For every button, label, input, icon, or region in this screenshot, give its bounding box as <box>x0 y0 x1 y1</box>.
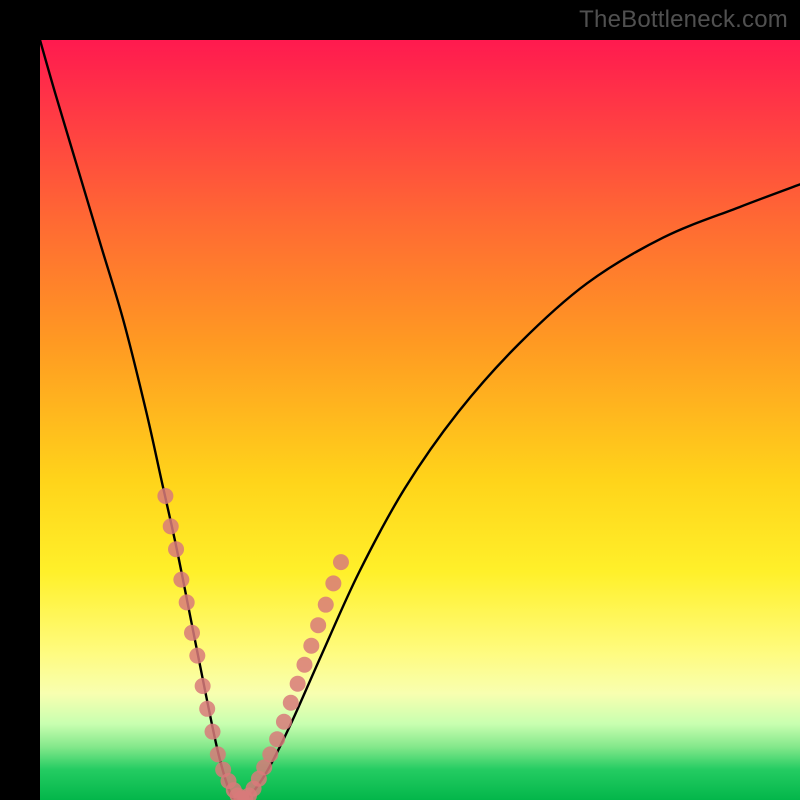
marker-dot <box>333 554 349 570</box>
marker-dot <box>210 746 226 762</box>
marker-dot <box>276 714 292 730</box>
sample-points <box>157 488 349 800</box>
marker-dot <box>318 597 334 613</box>
marker-dot <box>199 701 215 717</box>
marker-dot <box>269 731 285 747</box>
marker-dot <box>303 638 319 654</box>
marker-dot <box>157 488 173 504</box>
plot-area <box>40 40 800 800</box>
watermark-text: TheBottleneck.com <box>579 6 788 34</box>
marker-dot <box>262 746 278 762</box>
marker-dot <box>290 676 306 692</box>
marker-dot <box>283 695 299 711</box>
marker-dot <box>179 594 195 610</box>
marker-dot <box>205 724 221 740</box>
curve-svg <box>40 40 800 800</box>
marker-dot <box>189 648 205 664</box>
marker-dot <box>173 572 189 588</box>
marker-dot <box>296 657 312 673</box>
bottleneck-curve <box>40 40 800 800</box>
marker-dot <box>325 575 341 591</box>
marker-dot <box>195 678 211 694</box>
marker-dot <box>184 625 200 641</box>
marker-dot <box>310 617 326 633</box>
marker-dot <box>168 541 184 557</box>
marker-dot <box>163 518 179 534</box>
chart-frame: TheBottleneck.com <box>0 0 800 800</box>
